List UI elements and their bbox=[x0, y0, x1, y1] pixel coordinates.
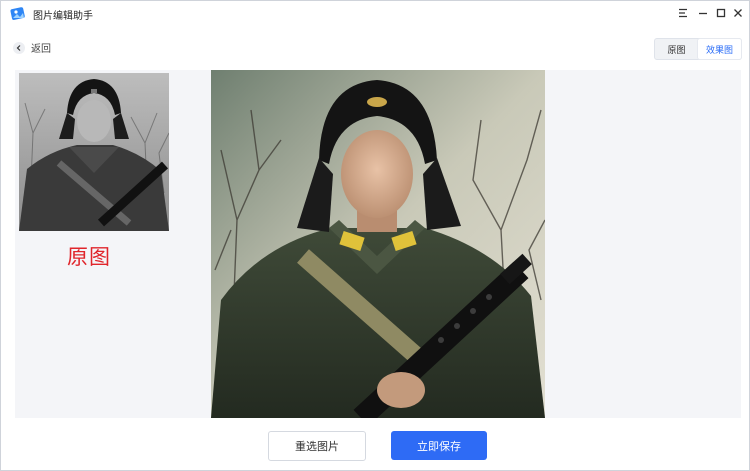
minimize-icon bbox=[699, 12, 707, 15]
reselect-image-button[interactable]: 重选图片 bbox=[268, 431, 366, 461]
minimize-button[interactable] bbox=[695, 5, 711, 21]
original-thumbnail bbox=[19, 73, 169, 231]
app-window: 图片编辑助手 返回 原图 效果图 原图 重选图片 立即保存 bbox=[0, 0, 750, 471]
tab-original[interactable]: 原图 bbox=[655, 39, 698, 59]
app-title: 图片编辑助手 bbox=[33, 11, 93, 22]
result-image bbox=[211, 70, 545, 418]
original-caption: 原图 bbox=[67, 245, 111, 269]
maximize-icon bbox=[716, 8, 726, 18]
save-now-button[interactable]: 立即保存 bbox=[391, 431, 487, 460]
back-button[interactable]: 返回 bbox=[13, 40, 51, 55]
maximize-button[interactable] bbox=[713, 5, 729, 21]
menu-icon bbox=[679, 8, 687, 18]
tab-result[interactable]: 效果图 bbox=[698, 39, 741, 59]
menu-button[interactable] bbox=[675, 5, 691, 21]
view-toggle: 原图 效果图 bbox=[654, 38, 742, 60]
close-button[interactable] bbox=[730, 5, 746, 21]
title-bar: 图片编辑助手 bbox=[1, 1, 749, 27]
chevron-left-icon bbox=[13, 41, 25, 54]
back-label: 返回 bbox=[31, 44, 51, 55]
close-icon bbox=[734, 9, 742, 17]
app-logo-icon bbox=[10, 7, 25, 20]
